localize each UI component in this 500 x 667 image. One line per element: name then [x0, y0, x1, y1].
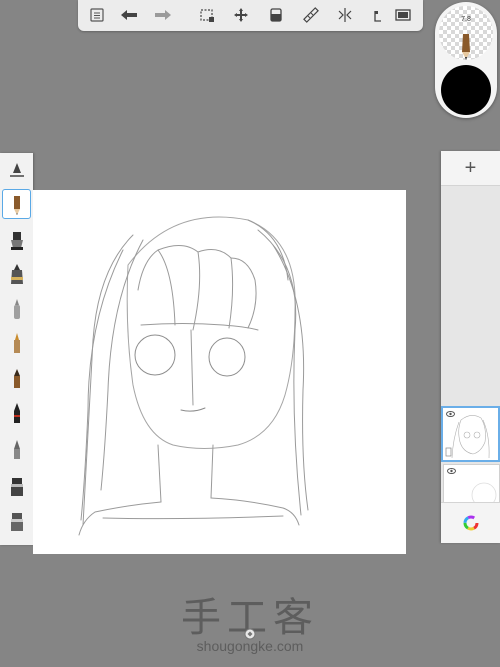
ruler-icon[interactable] [300, 4, 322, 26]
sketch-drawing [78, 216, 309, 536]
brush-pen-icon[interactable] [3, 329, 30, 357]
eraser-1-icon[interactable] [3, 472, 30, 500]
brush-puck: 7.8 [435, 2, 497, 118]
fullscreen-icon[interactable] [392, 4, 414, 26]
symmetry-icon[interactable] [334, 4, 356, 26]
color-well[interactable] [441, 65, 491, 115]
drawing-canvas[interactable] [33, 190, 406, 554]
color-wheel-icon [463, 515, 478, 531]
top-toolbar [78, 0, 423, 31]
brush-palette [0, 153, 33, 545]
transform-icon[interactable] [230, 4, 252, 26]
ink-pen-icon[interactable] [3, 226, 30, 254]
layer-1-preview [445, 415, 490, 459]
fineliner-icon[interactable] [3, 295, 30, 323]
watermark-english: shougongke.com [196, 638, 304, 654]
ruler-brush-icon[interactable] [3, 157, 30, 185]
perspective-icon[interactable] [367, 4, 389, 26]
eraser-2-icon[interactable] [3, 507, 30, 535]
pencil-brush-icon[interactable] [2, 189, 31, 219]
redo-icon[interactable] [150, 4, 176, 26]
paint-brush-icon[interactable] [3, 364, 30, 392]
calligraphy-icon[interactable] [3, 399, 30, 427]
layers-panel: + [441, 151, 500, 543]
list-icon[interactable] [86, 4, 108, 26]
color-wheel-button[interactable] [441, 502, 500, 543]
brush-preview[interactable]: 7.8 [439, 6, 493, 60]
add-layer-button[interactable]: + [441, 151, 500, 186]
selection-icon[interactable] [196, 4, 218, 26]
airbrush-icon[interactable] [3, 435, 30, 463]
layer-fill-icon[interactable] [265, 4, 287, 26]
undo-icon[interactable] [116, 4, 142, 26]
pencil-icon [462, 34, 470, 60]
layer-1-thumbnail[interactable] [441, 406, 500, 462]
marker-icon[interactable] [3, 260, 30, 288]
